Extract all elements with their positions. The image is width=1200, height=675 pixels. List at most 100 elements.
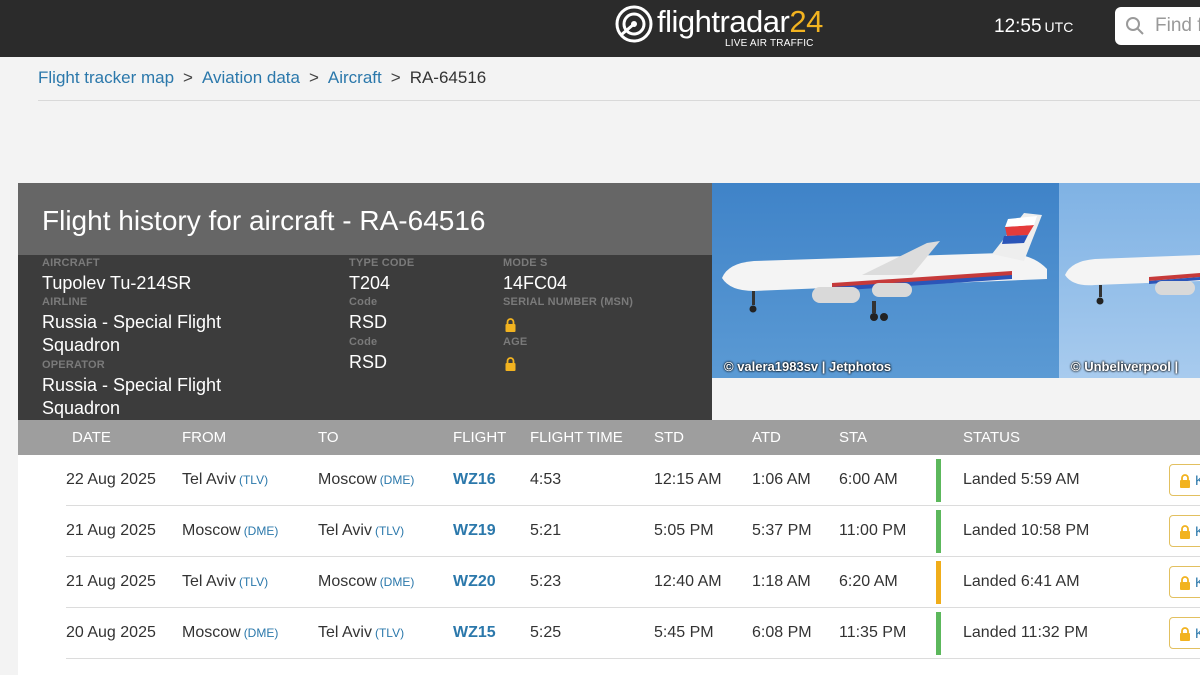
cell-date: 21 Aug 2025 [66,522,156,539]
airport-code-link[interactable]: (DME) [244,524,279,538]
radar-logo-icon [615,5,653,43]
type-code-value: T204 [349,273,391,293]
airport-code-link[interactable]: (TLV) [239,473,268,487]
flight-number-link[interactable]: WZ16 [453,471,496,489]
cell-atd: 1:06 AM [752,471,811,488]
lock-icon [1180,525,1190,539]
breadcrumb-flight-tracker-map[interactable]: Flight tracker map [38,68,174,87]
status-indicator [936,561,941,604]
cell-from: Moscow (DME) [182,522,279,539]
flightradar24-logo[interactable]: flightradar24 LIVE AIR TRAFFIC [615,3,823,53]
aircraft-info-panel: AIRCRAFT Tupolev Tu-214SR AIRLINE Russia… [18,255,712,420]
search-box[interactable]: Find f [1115,7,1200,45]
column-header-to: TO [318,429,339,446]
airport-code-link[interactable]: (TLV) [239,575,268,589]
cell-std: 12:15 AM [654,471,722,488]
code-value: RSD [349,312,388,332]
cell-sta: 6:20 AM [839,573,898,590]
code-label: Code [349,336,378,348]
table-row[interactable]: 21 Aug 2025 Tel Aviv (TLV) Moscow (DME) WZ… [18,557,1200,608]
cell-flight-time: 5:21 [530,522,562,539]
lock-icon [1180,576,1190,590]
breadcrumb-current: RA-64516 [409,68,487,87]
lock-icon [1180,474,1190,488]
lock-icon[interactable] [504,318,517,332]
cell-to: Moscow (DME) [318,573,415,590]
cell-status: Landed 11:32 PM [963,624,1089,641]
column-header-std: STD [654,429,684,446]
airport-code-link[interactable]: (DME) [380,473,415,487]
type-code-label: TYPE CODE [349,257,415,269]
kml-button[interactable]: K [1169,515,1200,547]
airport-code-link[interactable]: (DME) [244,626,279,640]
flight-history-table: 22 Aug 2025 Tel Aviv (TLV) Moscow (DME) WZ… [18,455,1200,675]
mode-s-label: MODE S [503,257,548,269]
column-header-date: DATE [72,429,111,446]
serial-number-label: SERIAL NUMBER (MSN) [503,296,634,308]
aircraft-photo[interactable]: © valera1983sv | Jetphotos [712,183,1059,378]
photo-credit: © valera1983sv | Jetphotos [724,359,892,374]
cell-status: Landed 6:41 AM [963,573,1080,590]
cell-from: Tel Aviv (TLV) [182,573,269,590]
aircraft-value: Tupolev Tu-214SR [42,273,192,293]
column-header-sta: STA [839,429,868,446]
cell-to: Moscow (DME) [318,471,415,488]
breadcrumb-aircraft[interactable]: Aircraft [328,68,382,87]
airline-value: Russia - Special Flight Squadron [42,312,222,355]
airport-code-link[interactable]: (TLV) [375,626,404,640]
cell-to: Tel Aviv (TLV) [318,624,405,641]
table-row[interactable]: 21 Aug 2025 Moscow (DME) Tel Aviv (TLV) WZ… [18,506,1200,557]
table-header: DATE FROM TO FLIGHT FLIGHT TIME STD ATD … [18,420,1200,455]
cell-flight-time: 5:25 [530,624,562,641]
cell-from: Moscow (DME) [182,624,279,641]
cell-atd: 1:18 AM [752,573,811,590]
cell-status: Landed 10:58 PM [963,522,1090,539]
cell-std: 5:05 PM [654,522,714,539]
cell-flight-time: 5:23 [530,573,562,590]
search-input[interactable]: Find f [1155,15,1200,37]
kml-button[interactable]: K [1169,566,1200,598]
cell-std: 5:45 PM [654,624,714,641]
flight-number-link[interactable]: WZ15 [453,624,496,642]
breadcrumb-separator: > [308,68,319,87]
lock-icon [1180,627,1190,641]
table-row[interactable]: 22 Aug 2025 Tel Aviv (TLV) Moscow (DME) WZ… [18,455,1200,506]
breadcrumb: Flight tracker map > Aviation data > Aircraf… [38,68,486,88]
cell-sta: 11:00 PM [839,522,907,539]
aircraft-photo[interactable]: © Unbeliverpool | [1059,183,1200,378]
kml-button[interactable]: K [1169,464,1200,496]
logo-wordmark: flightradar24 [657,4,823,39]
cell-from: Tel Aviv (TLV) [182,471,269,488]
airport-code-link[interactable]: (TLV) [375,524,404,538]
breadcrumb-separator: > [183,68,193,87]
mode-s-value: 14FC04 [503,273,568,293]
breadcrumb-divider [38,100,1200,101]
status-indicator [936,459,941,502]
breadcrumb-aviation-data[interactable]: Aviation data [202,68,300,87]
kml-button[interactable]: K [1169,617,1200,649]
flight-number-link[interactable]: WZ19 [453,522,496,540]
status-indicator [936,612,941,655]
column-header-status: STATUS [963,429,1020,446]
status-indicator [936,510,941,553]
table-row[interactable]: 20 Aug 2025 Moscow (DME) Tel Aviv (TLV) WZ… [18,608,1200,659]
cell-status: Landed 5:59 AM [963,471,1080,488]
cell-atd: 6:08 PM [752,624,812,641]
utc-clock: 12:55 UTC [994,16,1074,37]
cell-date: 22 Aug 2025 [66,471,156,488]
cell-sta: 11:35 PM [839,624,907,641]
page-title: Flight history for aircraft - RA-64516 [42,205,486,236]
photo-credit: © Unbeliverpool | [1071,359,1179,374]
column-header-from: FROM [182,429,227,446]
search-icon [1126,17,1144,35]
flight-number-link[interactable]: WZ20 [453,573,496,591]
aircraft-illustration [722,213,1047,321]
code-value: RSD [349,352,388,372]
column-header-atd: ATD [752,429,781,446]
cell-atd: 5:37 PM [752,522,812,539]
lock-icon[interactable] [504,357,517,371]
cell-date: 20 Aug 2025 [66,624,156,641]
cell-flight-time: 4:53 [530,471,562,488]
airport-code-link[interactable]: (DME) [380,575,415,589]
column-header-flight-time: FLIGHT TIME [530,429,623,446]
